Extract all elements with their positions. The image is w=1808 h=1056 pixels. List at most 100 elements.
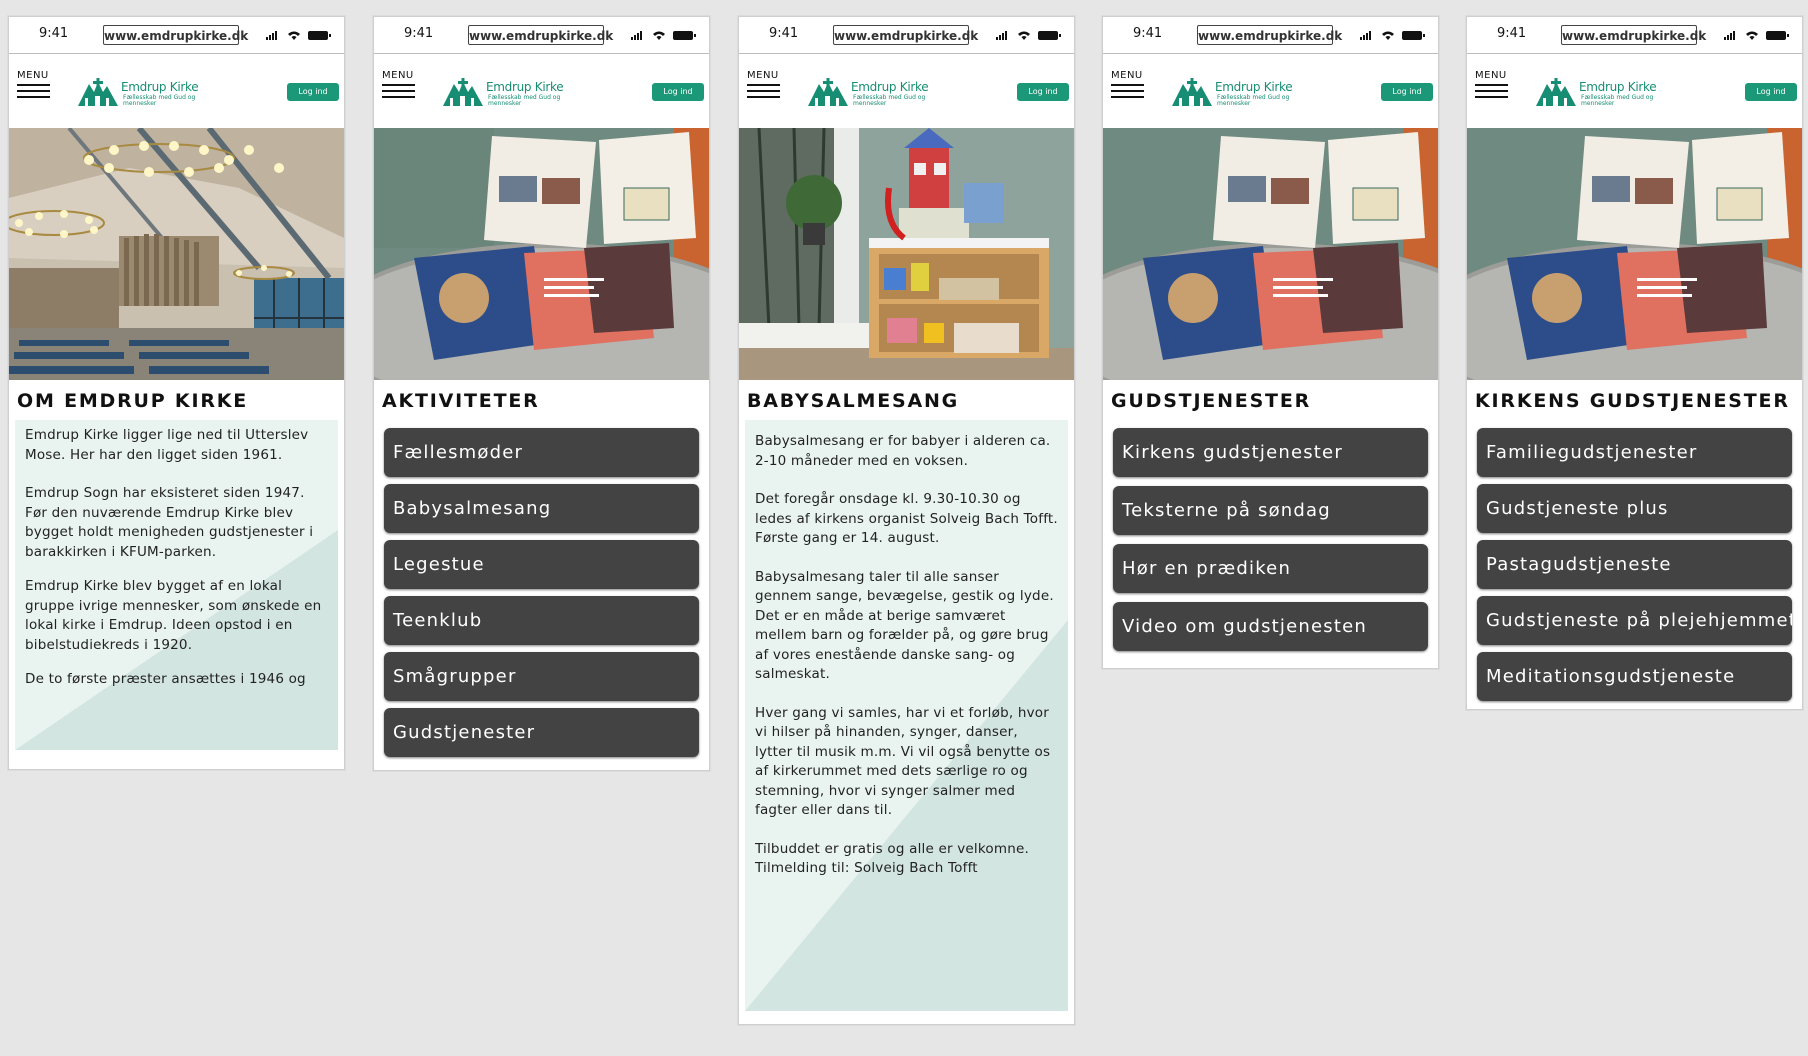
- menu-link-teenklub[interactable]: Teenklub: [384, 596, 699, 645]
- url-bar[interactable]: www.emdrupkirke.dk: [468, 25, 613, 45]
- hero-image-magazines: [1467, 128, 1802, 380]
- screen-aktiviteter: 9:41 www.emdrupkirke.dk MENU Emdrup Kirk…: [373, 16, 710, 771]
- paragraph: Emdrup Kirke ligger lige ned til Uttersl…: [25, 427, 309, 463]
- menu-link-gudstjenester[interactable]: Gudstjenester: [384, 708, 699, 757]
- login-button[interactable]: Log ind: [652, 83, 704, 101]
- login-button[interactable]: Log ind: [1381, 83, 1433, 101]
- site-logo[interactable]: Emdrup Kirke Fællesskab med Gud og menne…: [807, 78, 937, 112]
- menu-label: MENU: [1475, 70, 1507, 81]
- url-bar[interactable]: www.emdrupkirke.dk: [1197, 25, 1342, 45]
- status-time: 9:41: [39, 26, 69, 41]
- menu-link-babysalmesang[interactable]: Babysalmesang: [384, 484, 699, 533]
- logo-subtitle: Fællesskab med Gud og mennesker: [1217, 94, 1290, 107]
- hero-image-church-interior: [9, 128, 344, 380]
- screen-babysalmesang: 9:41 www.emdrupkirke.dk MENU Emdrup Kirk…: [738, 16, 1075, 1025]
- paragraph: Emdrup Kirke blev bygget af en lokal gru…: [25, 578, 322, 653]
- menu-link-teksterne-paa-soendag[interactable]: Teksterne på søndag: [1113, 486, 1428, 535]
- logo-title: Emdrup Kirke: [121, 80, 199, 94]
- site-logo[interactable]: Emdrup Kirke Fællesskab med Gud og menne…: [442, 78, 572, 112]
- menu-link-faellesmoeder[interactable]: Fællesmøder: [384, 428, 699, 477]
- logo-subtitle: Fællesskab med Gud og mennesker: [1581, 94, 1654, 107]
- hamburger-icon: [1475, 84, 1509, 98]
- screen-om-emdrup-kirke: 9:41 www.emdrupkirke.dk MENU Emdrup Kirk…: [8, 16, 345, 770]
- menu-link-familiegudstjenester[interactable]: Familiegudstjenester: [1477, 428, 1792, 477]
- service-types-menu: Familiegudstjenester Gudstjeneste plus P…: [1467, 420, 1802, 701]
- church-interior-photo: [9, 128, 344, 380]
- signal-wifi-battery-icon: [1360, 31, 1425, 40]
- url-bar[interactable]: www.emdrupkirke.dk: [833, 25, 978, 45]
- status-time: 9:41: [769, 26, 799, 41]
- url-bar[interactable]: www.emdrupkirke.dk: [1561, 25, 1706, 45]
- menu-link-video-om-gudstjenesten[interactable]: Video om gudstjenesten: [1113, 602, 1428, 651]
- paragraph: Hver gang vi samles, har vi et forløb, h…: [755, 704, 1051, 819]
- paragraph: Babysalmesang er for babyer i alderen ca…: [755, 433, 1051, 469]
- menu-link-meditationsgudstjeneste[interactable]: Meditationsgudstjeneste: [1477, 652, 1792, 701]
- magazines-table-photo: [374, 128, 709, 380]
- menu-link-smaagrupper[interactable]: Smågrupper: [384, 652, 699, 701]
- menu-button[interactable]: MENU: [747, 70, 781, 102]
- login-button[interactable]: Log ind: [287, 83, 339, 101]
- page-title: OM EMDRUP KIRKE: [17, 390, 249, 412]
- logo-subtitle: Fællesskab med Gud og mennesker: [488, 94, 561, 107]
- services-menu: Kirkens gudstjenester Teksterne på sønda…: [1103, 420, 1438, 651]
- logo-subtitle: Fællesskab med Gud og mennesker: [853, 94, 926, 107]
- menu-button[interactable]: MENU: [17, 70, 51, 102]
- hamburger-icon: [1111, 84, 1145, 98]
- menu-label: MENU: [17, 70, 49, 81]
- menu-link-gudstjeneste-paa-plejehjemmet[interactable]: Gudstjeneste på plejehjemmet: [1477, 596, 1792, 645]
- paragraph: Det foregår onsdage kl. 9.30-10.30 og le…: [755, 491, 1058, 546]
- church-logo-icon: [1172, 78, 1212, 106]
- magazines-table-photo: [1467, 128, 1802, 380]
- page-title: KIRKENS GUDSTJENESTER: [1475, 390, 1790, 412]
- site-header: MENU Emdrup Kirke Fællesskab med Gud og …: [1103, 54, 1438, 128]
- menu-label: MENU: [382, 70, 414, 81]
- login-button[interactable]: Log ind: [1745, 83, 1797, 101]
- hero-image-toy-shelf: [739, 128, 1074, 380]
- hero-image-magazines: [1103, 128, 1438, 380]
- menu-link-hoer-en-praediken[interactable]: Hør en prædiken: [1113, 544, 1428, 593]
- church-logo-icon: [443, 78, 483, 106]
- site-logo[interactable]: Emdrup Kirke Fællesskab med Gud og menne…: [1535, 78, 1665, 112]
- logo-title: Emdrup Kirke: [486, 80, 564, 94]
- menu-link-gudstjeneste-plus[interactable]: Gudstjeneste plus: [1477, 484, 1792, 533]
- menu-link-legestue[interactable]: Legestue: [384, 540, 699, 589]
- text-panel: Emdrup Kirke ligger lige ned til Uttersl…: [15, 420, 338, 750]
- menu-link-pastagudstjeneste[interactable]: Pastagudstjeneste: [1477, 540, 1792, 589]
- signal-wifi-battery-icon: [266, 31, 331, 40]
- menu-link-kirkens-gudstjenester[interactable]: Kirkens gudstjenester: [1113, 428, 1428, 477]
- church-logo-icon: [808, 78, 848, 106]
- menu-button[interactable]: MENU: [382, 70, 416, 102]
- menu-button[interactable]: MENU: [1111, 70, 1145, 102]
- login-button[interactable]: Log ind: [1017, 83, 1069, 101]
- menu-label: MENU: [747, 70, 779, 81]
- paragraph: De to første præster ansættes i 1946 og: [25, 671, 306, 687]
- paragraph: Emdrup Sogn har eksisteret siden 1947. F…: [25, 485, 314, 560]
- site-header: MENU Emdrup Kirke Fællesskab med Gud og …: [374, 54, 709, 128]
- site-logo[interactable]: Emdrup Kirke Fællesskab med Gud og menne…: [1171, 78, 1301, 112]
- paragraph: Tilbuddet er gratis og alle er velkomne.…: [755, 840, 1029, 877]
- signal-wifi-battery-icon: [996, 31, 1061, 40]
- status-time: 9:41: [1133, 26, 1163, 41]
- status-bar: 9:41 www.emdrupkirke.dk: [374, 17, 709, 54]
- toy-shelf-photo: [739, 128, 1074, 380]
- hamburger-icon: [17, 84, 51, 98]
- church-logo-icon: [78, 78, 118, 106]
- activities-menu: Fællesmøder Babysalmesang Legestue Teenk…: [374, 420, 709, 757]
- site-header: MENU Emdrup Kirke Fællesskab med Gud og …: [1467, 54, 1802, 128]
- logo-title: Emdrup Kirke: [1215, 80, 1293, 94]
- menu-label: MENU: [1111, 70, 1143, 81]
- logo-title: Emdrup Kirke: [1579, 80, 1657, 94]
- site-logo[interactable]: Emdrup Kirke Fællesskab med Gud og menne…: [77, 78, 207, 112]
- url-bar[interactable]: www.emdrupkirke.dk: [103, 25, 248, 45]
- menu-button[interactable]: MENU: [1475, 70, 1509, 102]
- status-bar: 9:41 www.emdrupkirke.dk: [9, 17, 344, 54]
- status-bar: 9:41 www.emdrupkirke.dk: [739, 17, 1074, 54]
- status-time: 9:41: [404, 26, 434, 41]
- page-title: AKTIVITETER: [382, 390, 540, 412]
- paragraph: Babysalmesang taler til alle sanser genn…: [755, 568, 1054, 683]
- church-logo-icon: [1536, 78, 1576, 106]
- hero-image-magazines: [374, 128, 709, 380]
- screen-gudstjenester: 9:41 www.emdrupkirke.dk MENU Emdrup Kirk…: [1102, 16, 1439, 669]
- status-bar: 9:41 www.emdrupkirke.dk: [1103, 17, 1438, 54]
- page-title: GUDSTJENESTER: [1111, 390, 1312, 412]
